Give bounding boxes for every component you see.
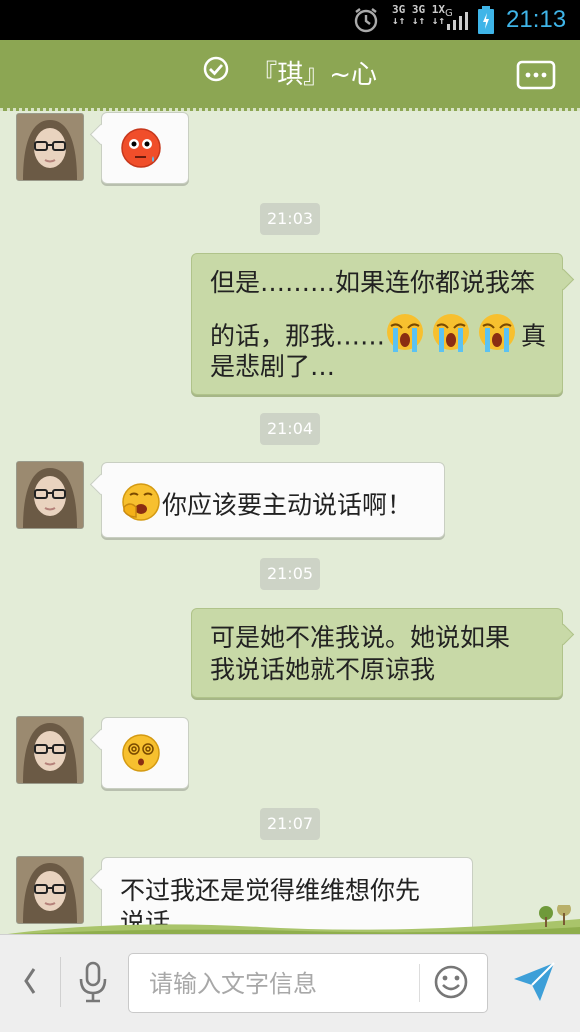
message-text: 我说话她就不原谅我	[210, 655, 436, 684]
message-bubble-incoming[interactable]	[101, 717, 189, 789]
contact-name: 『琪』~心	[251, 60, 378, 90]
message-input[interactable]	[147, 966, 411, 1002]
message-bubble-outgoing[interactable]: 但是………如果连你都说我笨 的话，那我…… 真 是悲剧了…	[191, 253, 563, 395]
clock-time: 21:13	[506, 6, 567, 33]
network-indicator: 3G 3G 1X ↓↑ ↓↑ ↓↑	[392, 3, 445, 27]
check-circle-icon	[203, 56, 229, 89]
alarm-icon	[352, 6, 380, 38]
timestamp: 21:03	[260, 203, 320, 235]
timestamp: 21:05	[260, 558, 320, 590]
message-text: 但是………如果连你都说我笨	[210, 268, 536, 297]
grass-decoration	[0, 905, 580, 935]
message-bubble-outgoing[interactable]: 可是她不准我说。她说如果 我说话她就不原谅我	[191, 608, 563, 698]
message-text: 可是她不准我说。她说如果	[210, 623, 511, 652]
microphone-icon[interactable]	[76, 961, 110, 1007]
timestamp: 21:07	[260, 808, 320, 840]
battery-icon	[478, 6, 494, 38]
yawn-emoji	[120, 481, 162, 532]
chevron-left-icon[interactable]	[22, 965, 38, 1001]
signal-icon: G	[445, 6, 471, 36]
divider	[419, 964, 420, 1002]
message-text: 你应该要主动说话啊！	[120, 481, 412, 532]
divider	[60, 957, 61, 1007]
avatar[interactable]	[16, 716, 84, 784]
message-input-bar	[0, 934, 580, 1032]
avatar[interactable]	[16, 113, 84, 181]
message-list[interactable]: 21:03 但是………如果连你都说我笨 的话，那我…… 真 是悲剧了… 21:0…	[0, 111, 580, 934]
status-bar: 3G 3G 1X ↓↑ ↓↑ ↓↑ G 21:13	[0, 0, 580, 40]
crying-emoji	[385, 312, 521, 363]
more-icon[interactable]	[516, 60, 556, 94]
awkward-sweat-emoji	[120, 127, 162, 178]
chat-header: 『琪』~心	[0, 40, 580, 111]
dizzy-emoji	[120, 732, 162, 783]
timestamp: 21:04	[260, 413, 320, 445]
avatar[interactable]	[16, 461, 84, 529]
message-text: 是悲剧了…	[210, 352, 336, 381]
message-bubble-incoming[interactable]: 你应该要主动说话啊！	[101, 462, 445, 538]
send-icon[interactable]	[512, 961, 556, 1007]
emoji-picker-icon[interactable]	[433, 964, 469, 1004]
svg-text:G: G	[445, 8, 453, 19]
message-text: 不过我还是觉得维维想你先	[120, 876, 421, 905]
contact-title-area[interactable]: 『琪』~心	[0, 54, 580, 91]
message-bubble-incoming[interactable]	[101, 112, 189, 184]
message-input-container[interactable]	[128, 953, 488, 1013]
